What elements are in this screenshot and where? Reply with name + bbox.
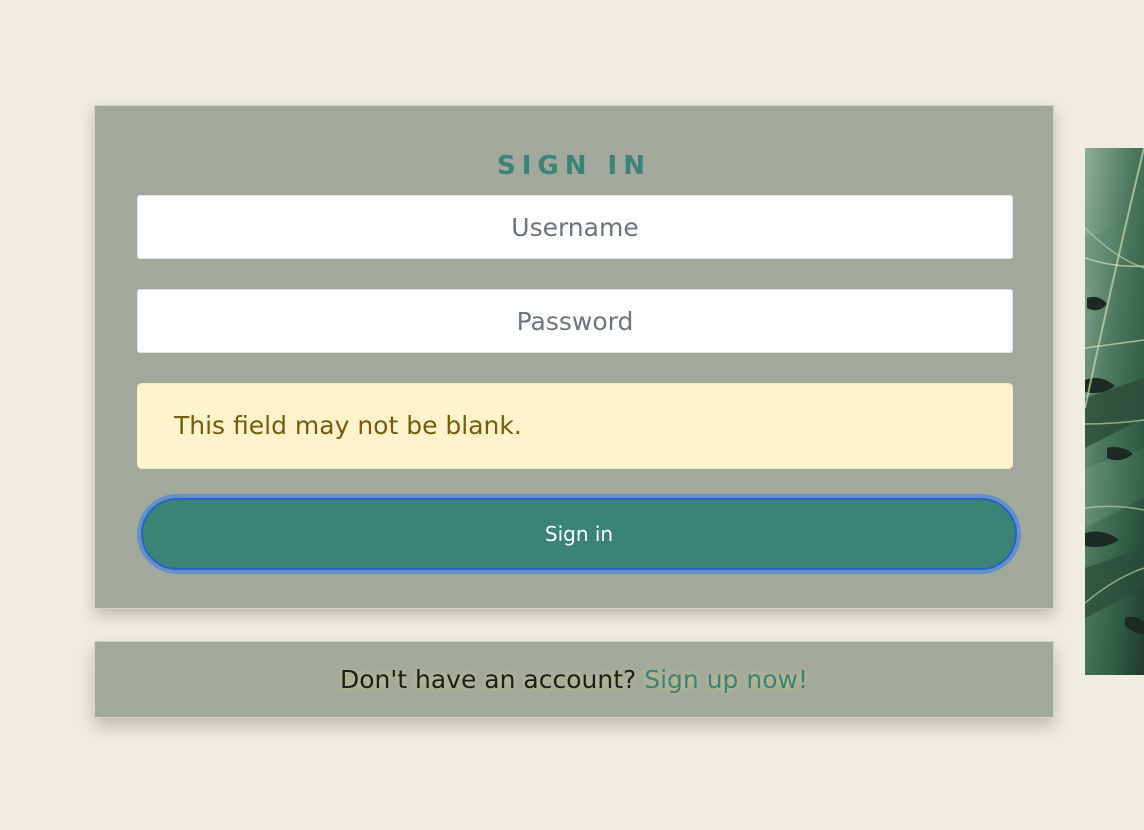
- signin-card: SIGN IN This field may not be blank. Sig…: [94, 105, 1054, 609]
- signin-title: SIGN IN: [497, 151, 651, 181]
- password-input[interactable]: [137, 289, 1013, 353]
- error-alert: This field may not be blank.: [137, 383, 1013, 469]
- monstera-leaf-image: [1085, 148, 1144, 675]
- signup-prompt-text: Don't have an account?: [340, 665, 637, 694]
- sign-in-button[interactable]: Sign in: [141, 498, 1017, 570]
- username-input[interactable]: [137, 195, 1013, 259]
- signup-prompt-card: Don't have an account? Sign up now!: [94, 641, 1054, 718]
- error-message: This field may not be blank.: [174, 411, 522, 440]
- signup-link[interactable]: Sign up now!: [644, 665, 808, 694]
